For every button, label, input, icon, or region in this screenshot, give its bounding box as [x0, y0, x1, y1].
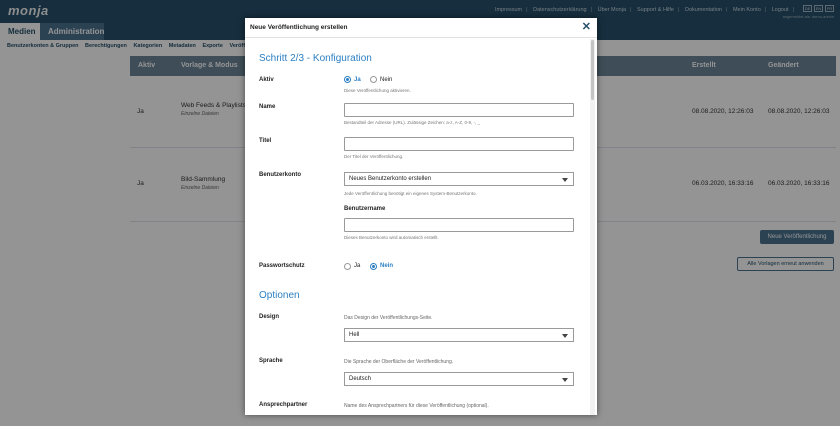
passwort-no-label[interactable]: Nein	[380, 263, 393, 269]
aktiv-label: Aktiv	[259, 77, 274, 83]
aktiv-hint: Diese Veröffentlichung aktivieren.	[344, 88, 411, 93]
ansprechpartner-label: Ansprechpartner	[259, 402, 308, 408]
aktiv-yes-label[interactable]: Ja	[354, 77, 361, 83]
titel-label: Titel	[259, 138, 272, 144]
design-desc: Das Design der Veröffentlichungs-Seite.	[344, 315, 433, 321]
design-value: Hell	[349, 332, 360, 338]
aktiv-yes-radio[interactable]	[344, 76, 351, 83]
dialog-title: Neue Veröffentlichung erstellen	[245, 18, 597, 38]
aktiv-no-label[interactable]: Nein	[380, 77, 392, 83]
chevron-down-icon	[562, 178, 568, 182]
benutzerkonto-select[interactable]: Neues Benutzerkonto erstellen	[344, 172, 574, 186]
passwort-yes-radio[interactable]	[344, 263, 351, 270]
benutzerkonto-hint: Jede Veröffentlichung benötigt ein eigen…	[344, 191, 477, 196]
passwort-no-radio[interactable]	[370, 263, 377, 270]
options-title: Optionen	[259, 290, 300, 301]
passwortschutz-label: Passwortschutz	[259, 263, 305, 269]
scroll-thumb[interactable]	[591, 40, 594, 100]
close-icon[interactable]: ✕	[582, 22, 591, 33]
sprache-label: Sprache	[259, 358, 283, 364]
passwort-yes-label[interactable]: Ja	[354, 263, 360, 269]
step-title: Schritt 2/3 - Konfiguration	[259, 53, 372, 64]
name-hint: Bestandteil der Adresse (URL). Zulässige…	[344, 120, 481, 125]
sprache-value: Deutsch	[349, 376, 372, 382]
name-input[interactable]	[344, 103, 574, 117]
chevron-down-icon	[562, 378, 568, 382]
benutzername-hint: Dieses Benutzerkonto wird automatisch er…	[344, 235, 439, 240]
titel-hint: Der Titel der Veröffentlichung.	[344, 154, 404, 159]
titel-input[interactable]	[344, 137, 574, 151]
new-publication-dialog: Neue Veröffentlichung erstellen ✕ Schrit…	[245, 18, 597, 415]
benutzerkonto-value: Neues Benutzerkonto erstellen	[349, 176, 432, 182]
benutzerkonto-label: Benutzerkonto	[259, 172, 301, 178]
sprache-select[interactable]: Deutsch	[344, 372, 574, 386]
ansprechpartner-desc: Name des Ansprechpartners für diese Verö…	[344, 403, 489, 409]
chevron-down-icon	[562, 334, 568, 338]
dialog-scrollbar[interactable]	[590, 39, 595, 415]
name-label: Name	[259, 104, 276, 110]
design-label: Design	[259, 314, 280, 320]
design-select[interactable]: Hell	[344, 328, 574, 342]
aktiv-no-radio[interactable]	[370, 76, 377, 83]
benutzername-label: Benutzername	[344, 206, 386, 212]
benutzername-input[interactable]	[344, 218, 574, 232]
sprache-desc: Die Sprache der Oberfläche der Veröffent…	[344, 359, 454, 365]
